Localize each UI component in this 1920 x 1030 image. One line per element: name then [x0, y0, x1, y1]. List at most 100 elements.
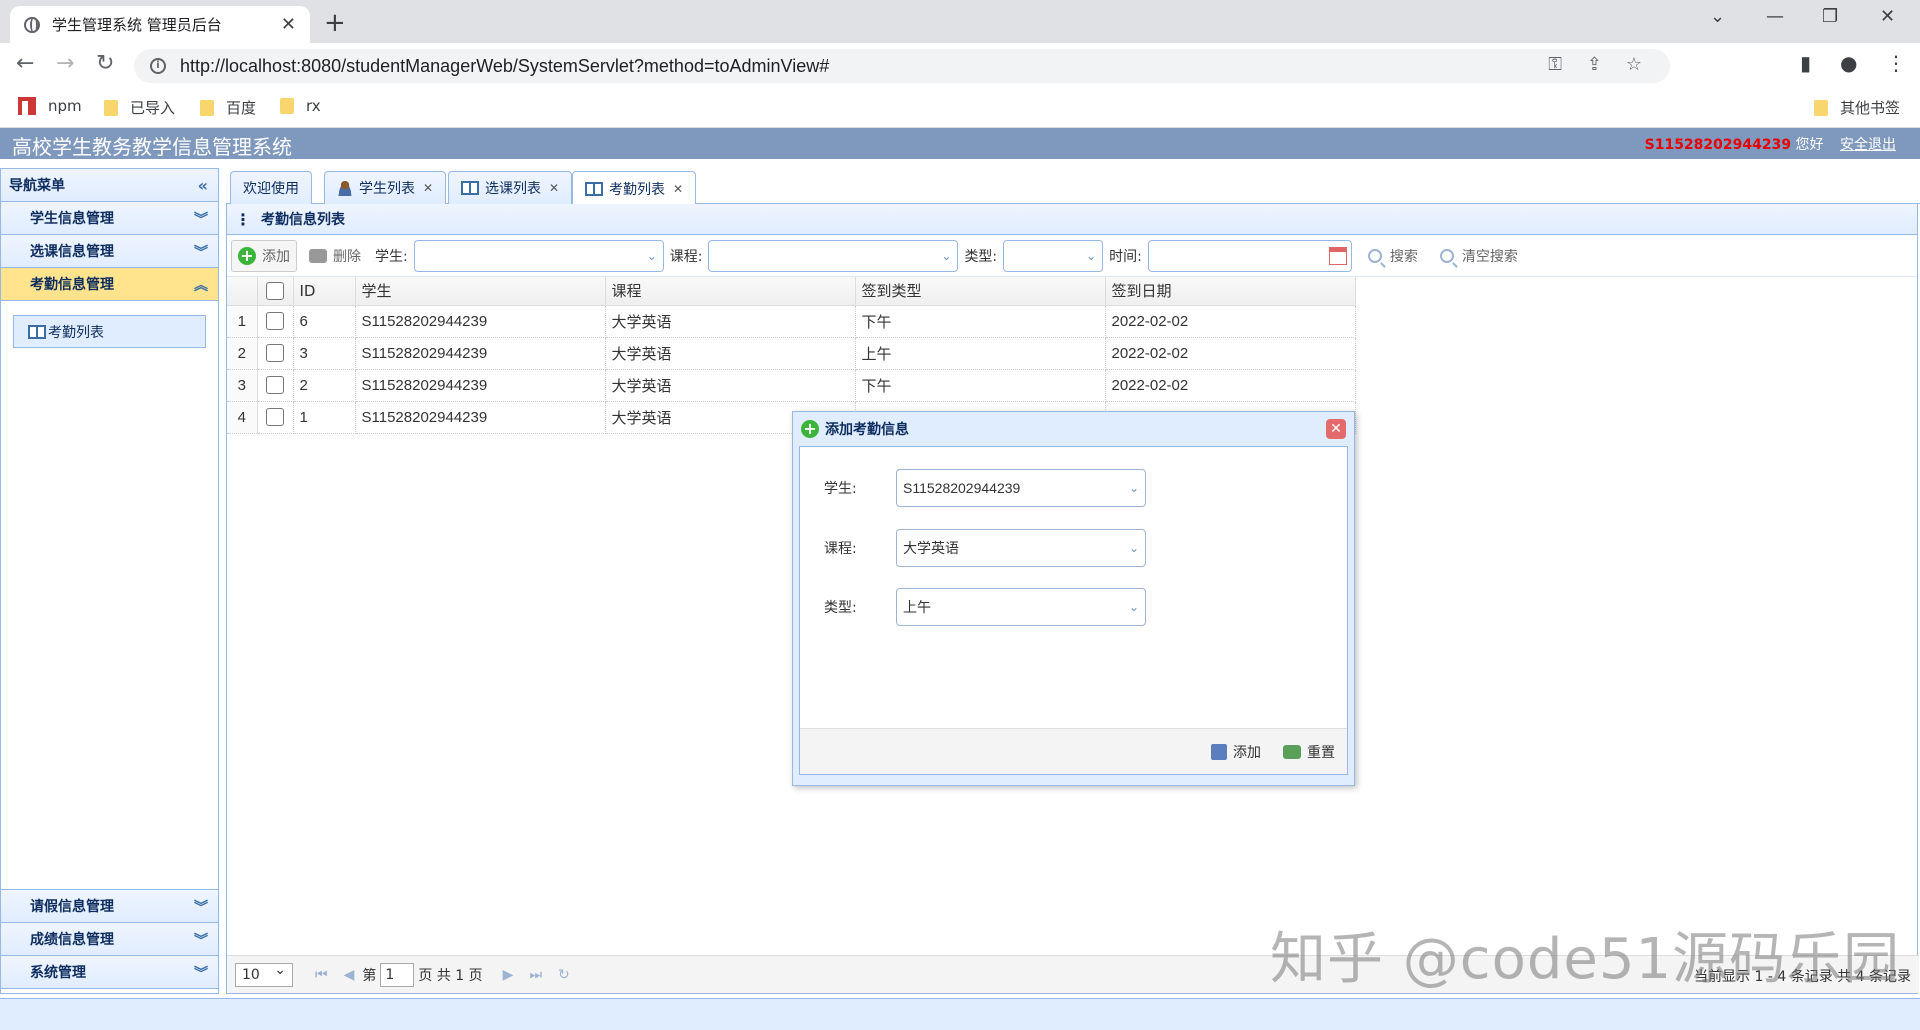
table-row[interactable]: 1 6 S11528202944239 大学英语 下午 2022-02-02	[227, 305, 1356, 338]
dialog-add-button[interactable]: 添加	[1211, 742, 1261, 762]
back-button[interactable]: ←	[16, 51, 34, 76]
type-filter-combo[interactable]: ⌄	[1003, 239, 1104, 272]
type-select[interactable]: 上午 ⌄	[896, 588, 1146, 626]
bookmark-other[interactable]: 其他书签	[1814, 97, 1900, 118]
expand-icon: ︾	[194, 900, 208, 916]
page-size-select[interactable]: 10	[235, 962, 293, 987]
sidebar-section-system[interactable]: 系统管理 ︾	[1, 956, 218, 989]
browser-tab[interactable]: 学生管理系统 管理员后台 ✕	[10, 6, 310, 43]
row-checkbox[interactable]	[266, 376, 284, 395]
tab-search-icon[interactable]: ⌄	[1710, 6, 1725, 27]
watermark: 知乎 @code51源码乐园	[1270, 927, 1901, 992]
collapse-sidebar-icon[interactable]: «	[198, 176, 208, 195]
forward-button[interactable]: →	[56, 51, 74, 76]
cell-type: 下午	[855, 305, 1106, 338]
bookmark-star-icon[interactable]: ☆	[1626, 54, 1642, 75]
side-panel-icon[interactable]: ▮	[1800, 51, 1811, 75]
next-page-icon[interactable]: ▶	[503, 967, 514, 983]
expand-icon: ︾	[194, 933, 208, 949]
tab-attendance-list[interactable]: 考勤列表 ✕	[572, 171, 697, 205]
sidebar-section-grades[interactable]: 成绩信息管理 ︾	[1, 923, 218, 956]
course-filter-label: 课程:	[669, 248, 703, 265]
bookmark-baidu[interactable]: 百度	[200, 97, 256, 118]
student-filter-combo[interactable]: ⌄	[413, 239, 664, 272]
last-page-icon[interactable]: ⏭	[529, 967, 542, 983]
course-select[interactable]: 大学英语 ⌄	[896, 529, 1146, 567]
sidebar-section-leave[interactable]: 请假信息管理 ︾	[1, 890, 218, 923]
content-tabs: 欢迎使用 学生列表 ✕ 选课列表 ✕ 考勤列表 ✕	[226, 168, 1920, 205]
row-checkbox[interactable]	[266, 408, 284, 427]
tab-student-list[interactable]: 学生列表 ✕	[324, 171, 447, 204]
dialog-header: + 添加考勤信息 ✕	[793, 412, 1354, 446]
bookmark-rx[interactable]: rx	[280, 97, 321, 115]
dialog-reset-button[interactable]: 重置	[1283, 742, 1335, 762]
refresh-icon[interactable]: ↻	[558, 967, 570, 983]
bookmark-imported[interactable]: 已导入	[104, 97, 175, 118]
sidebar-section-course-selection[interactable]: 选课信息管理 ︾	[1, 235, 218, 268]
cell-student: S11528202944239	[355, 337, 606, 370]
row-checkbox[interactable]	[266, 344, 284, 363]
chevron-down-icon: ⌄	[1128, 541, 1140, 555]
logout-link[interactable]: 安全退出	[1840, 137, 1896, 153]
prev-page-icon[interactable]: ◀	[344, 967, 355, 983]
close-tab-icon[interactable]: ✕	[549, 181, 559, 195]
profile-avatar-icon[interactable]: ●	[1840, 51, 1857, 75]
restore-button[interactable]: ❐	[1822, 6, 1838, 27]
column-header-id[interactable]: ID	[293, 277, 356, 306]
select-all-checkbox[interactable]	[266, 282, 284, 300]
save-icon	[1211, 743, 1227, 760]
row-checkbox-cell	[257, 401, 294, 434]
form-row-type: 类型: 上午 ⌄	[824, 588, 1146, 626]
folder-icon	[280, 98, 294, 114]
table-row[interactable]: 3 2 S11528202944239 大学英语 下午 2022-02-02	[227, 369, 1356, 402]
app-title: 高校学生教务教学信息管理系统	[12, 135, 292, 159]
chrome-menu-icon[interactable]: ⋮	[1886, 51, 1906, 75]
cell-id: 2	[293, 369, 356, 402]
student-select[interactable]: S11528202944239 ⌄	[896, 469, 1146, 507]
bookmarks-bar: npm 已导入 百度 rx 其他书签	[0, 87, 1920, 128]
sidebar-section-student[interactable]: 学生信息管理 ︾	[1, 202, 218, 235]
cell-student: S11528202944239	[355, 401, 606, 434]
omnibox[interactable]: i http://localhost:8080/studentManagerWe…	[134, 49, 1670, 83]
row-checkbox[interactable]	[266, 312, 284, 331]
type-filter-label: 类型:	[964, 248, 998, 265]
cell-type: 下午	[855, 369, 1106, 402]
page-number-input[interactable]: 1	[380, 962, 415, 987]
search-button[interactable]: 搜索	[1362, 240, 1424, 272]
bookmark-npm[interactable]: npm	[18, 97, 82, 115]
course-filter-combo[interactable]: ⌄	[708, 239, 959, 272]
minimize-button[interactable]: —	[1766, 6, 1784, 27]
tab-course-selection-list[interactable]: 选课列表 ✕	[448, 171, 573, 204]
chevron-down-icon: ⌄	[941, 248, 952, 263]
dialog-body: 学生: S11528202944239 ⌄ 课程: 大学英语 ⌄ 类型: 上午 …	[799, 446, 1348, 775]
close-tab-icon[interactable]: ✕	[281, 14, 296, 35]
share-icon[interactable]: ⇪	[1587, 54, 1602, 75]
column-header-date[interactable]: 签到日期	[1105, 277, 1356, 306]
sidebar-section-attendance[interactable]: 考勤信息管理 ︽	[1, 268, 218, 301]
row-number: 1	[227, 305, 258, 338]
dialog-close-button[interactable]: ✕	[1326, 419, 1346, 439]
close-tab-icon[interactable]: ✕	[423, 181, 433, 195]
sidebar-item-attendance-list[interactable]: 考勤列表	[13, 315, 206, 348]
clear-search-button[interactable]: 清空搜索	[1434, 240, 1524, 272]
date-filter-input[interactable]	[1147, 239, 1352, 272]
npm-icon	[18, 97, 36, 115]
delete-button[interactable]: 删除	[303, 240, 367, 272]
table-row[interactable]: 2 3 S11528202944239 大学英语 上午 2022-02-02	[227, 337, 1356, 370]
new-tab-button[interactable]: +	[324, 8, 346, 38]
column-header-type[interactable]: 签到类型	[855, 277, 1106, 306]
url-text[interactable]: http://localhost:8080/studentManagerWeb/…	[180, 56, 829, 77]
add-button[interactable]: + 添加	[231, 239, 297, 272]
expand-icon: ︾	[194, 212, 208, 228]
column-header-course[interactable]: 课程	[605, 277, 856, 306]
collapse-icon: ︽	[194, 278, 208, 294]
first-page-icon[interactable]: ⏮	[315, 967, 328, 983]
reload-button[interactable]: ↻	[96, 51, 114, 76]
column-header-student[interactable]: 学生	[355, 277, 606, 306]
site-info-icon[interactable]: i	[150, 58, 166, 74]
close-tab-icon[interactable]: ✕	[673, 182, 683, 196]
tab-welcome[interactable]: 欢迎使用	[230, 171, 312, 204]
window-close-button[interactable]: ✕	[1880, 6, 1895, 27]
calendar-icon[interactable]	[1328, 246, 1347, 265]
key-icon[interactable]: ⚿	[1548, 54, 1562, 75]
